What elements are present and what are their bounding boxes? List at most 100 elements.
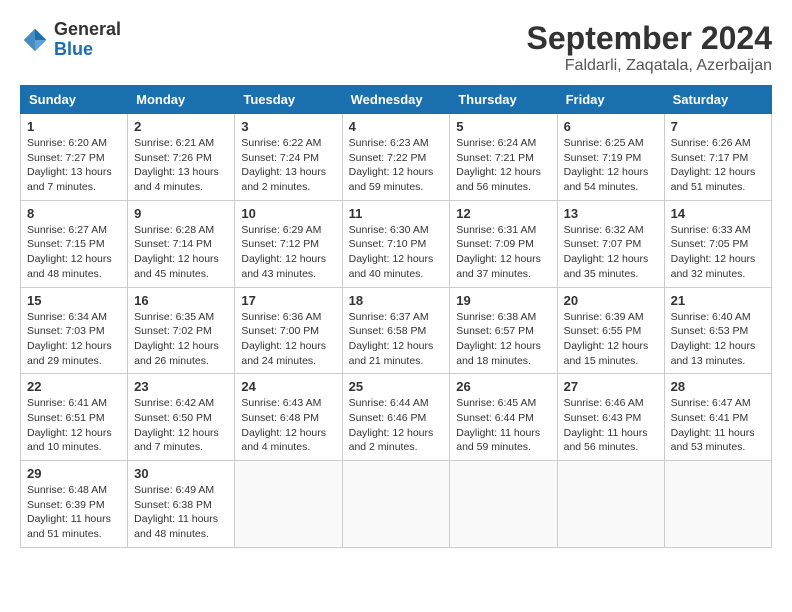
day-info: Sunrise: 6:42 AM Sunset: 6:50 PM Dayligh… [134,396,228,455]
day-number: 5 [456,119,550,134]
table-cell [450,461,557,548]
col-thursday: Thursday [450,86,557,114]
table-cell: 8 Sunrise: 6:27 AM Sunset: 7:15 PM Dayli… [21,200,128,287]
month-year: September 2024 [527,20,772,57]
day-number: 13 [564,206,658,221]
day-info: Sunrise: 6:38 AM Sunset: 6:57 PM Dayligh… [456,310,550,369]
logo-general: General [54,20,121,40]
day-info: Sunrise: 6:29 AM Sunset: 7:12 PM Dayligh… [241,223,335,282]
table-cell [235,461,342,548]
day-info: Sunrise: 6:45 AM Sunset: 6:44 PM Dayligh… [456,396,550,455]
logo-icon [20,25,50,55]
day-number: 6 [564,119,658,134]
col-tuesday: Tuesday [235,86,342,114]
day-info: Sunrise: 6:46 AM Sunset: 6:43 PM Dayligh… [564,396,658,455]
calendar-header-row: Sunday Monday Tuesday Wednesday Thursday… [21,86,772,114]
table-cell [664,461,771,548]
table-cell: 22 Sunrise: 6:41 AM Sunset: 6:51 PM Dayl… [21,374,128,461]
table-cell: 2 Sunrise: 6:21 AM Sunset: 7:26 PM Dayli… [128,114,235,201]
day-info: Sunrise: 6:28 AM Sunset: 7:14 PM Dayligh… [134,223,228,282]
day-info: Sunrise: 6:30 AM Sunset: 7:10 PM Dayligh… [349,223,444,282]
day-info: Sunrise: 6:47 AM Sunset: 6:41 PM Dayligh… [671,396,765,455]
day-number: 3 [241,119,335,134]
table-cell: 14 Sunrise: 6:33 AM Sunset: 7:05 PM Dayl… [664,200,771,287]
week-row-4: 22 Sunrise: 6:41 AM Sunset: 6:51 PM Dayl… [21,374,772,461]
table-cell: 25 Sunrise: 6:44 AM Sunset: 6:46 PM Dayl… [342,374,450,461]
table-cell: 20 Sunrise: 6:39 AM Sunset: 6:55 PM Dayl… [557,287,664,374]
table-cell: 15 Sunrise: 6:34 AM Sunset: 7:03 PM Dayl… [21,287,128,374]
table-cell: 16 Sunrise: 6:35 AM Sunset: 7:02 PM Dayl… [128,287,235,374]
day-number: 8 [27,206,121,221]
day-info: Sunrise: 6:22 AM Sunset: 7:24 PM Dayligh… [241,136,335,195]
table-cell: 28 Sunrise: 6:47 AM Sunset: 6:41 PM Dayl… [664,374,771,461]
day-info: Sunrise: 6:31 AM Sunset: 7:09 PM Dayligh… [456,223,550,282]
day-number: 1 [27,119,121,134]
table-cell [557,461,664,548]
day-number: 12 [456,206,550,221]
col-saturday: Saturday [664,86,771,114]
location: Faldarli, Zaqatala, Azerbaijan [527,57,772,75]
day-info: Sunrise: 6:20 AM Sunset: 7:27 PM Dayligh… [27,136,121,195]
day-info: Sunrise: 6:25 AM Sunset: 7:19 PM Dayligh… [564,136,658,195]
title-block: September 2024 Faldarli, Zaqatala, Azerb… [527,20,772,75]
day-number: 15 [27,293,121,308]
day-number: 22 [27,379,121,394]
day-number: 9 [134,206,228,221]
logo-text: General Blue [54,20,121,60]
day-number: 14 [671,206,765,221]
day-info: Sunrise: 6:21 AM Sunset: 7:26 PM Dayligh… [134,136,228,195]
day-info: Sunrise: 6:44 AM Sunset: 6:46 PM Dayligh… [349,396,444,455]
day-info: Sunrise: 6:39 AM Sunset: 6:55 PM Dayligh… [564,310,658,369]
day-number: 16 [134,293,228,308]
page-header: General Blue September 2024 Faldarli, Za… [20,20,772,75]
day-number: 2 [134,119,228,134]
day-number: 27 [564,379,658,394]
table-cell: 29 Sunrise: 6:48 AM Sunset: 6:39 PM Dayl… [21,461,128,548]
day-number: 10 [241,206,335,221]
table-cell: 3 Sunrise: 6:22 AM Sunset: 7:24 PM Dayli… [235,114,342,201]
logo-blue: Blue [54,40,121,60]
day-info: Sunrise: 6:27 AM Sunset: 7:15 PM Dayligh… [27,223,121,282]
day-info: Sunrise: 6:48 AM Sunset: 6:39 PM Dayligh… [27,483,121,542]
week-row-3: 15 Sunrise: 6:34 AM Sunset: 7:03 PM Dayl… [21,287,772,374]
day-number: 25 [349,379,444,394]
day-info: Sunrise: 6:43 AM Sunset: 6:48 PM Dayligh… [241,396,335,455]
day-number: 20 [564,293,658,308]
day-number: 28 [671,379,765,394]
day-info: Sunrise: 6:23 AM Sunset: 7:22 PM Dayligh… [349,136,444,195]
table-cell: 5 Sunrise: 6:24 AM Sunset: 7:21 PM Dayli… [450,114,557,201]
table-cell: 26 Sunrise: 6:45 AM Sunset: 6:44 PM Dayl… [450,374,557,461]
day-number: 7 [671,119,765,134]
col-friday: Friday [557,86,664,114]
col-wednesday: Wednesday [342,86,450,114]
col-monday: Monday [128,86,235,114]
day-info: Sunrise: 6:33 AM Sunset: 7:05 PM Dayligh… [671,223,765,282]
table-cell [342,461,450,548]
day-info: Sunrise: 6:37 AM Sunset: 6:58 PM Dayligh… [349,310,444,369]
table-cell: 18 Sunrise: 6:37 AM Sunset: 6:58 PM Dayl… [342,287,450,374]
table-cell: 30 Sunrise: 6:49 AM Sunset: 6:38 PM Dayl… [128,461,235,548]
table-cell: 6 Sunrise: 6:25 AM Sunset: 7:19 PM Dayli… [557,114,664,201]
day-number: 23 [134,379,228,394]
day-info: Sunrise: 6:35 AM Sunset: 7:02 PM Dayligh… [134,310,228,369]
table-cell: 27 Sunrise: 6:46 AM Sunset: 6:43 PM Dayl… [557,374,664,461]
table-cell: 7 Sunrise: 6:26 AM Sunset: 7:17 PM Dayli… [664,114,771,201]
table-cell: 12 Sunrise: 6:31 AM Sunset: 7:09 PM Dayl… [450,200,557,287]
day-number: 21 [671,293,765,308]
calendar-table: Sunday Monday Tuesday Wednesday Thursday… [20,85,772,548]
day-number: 4 [349,119,444,134]
week-row-2: 8 Sunrise: 6:27 AM Sunset: 7:15 PM Dayli… [21,200,772,287]
day-info: Sunrise: 6:24 AM Sunset: 7:21 PM Dayligh… [456,136,550,195]
table-cell: 1 Sunrise: 6:20 AM Sunset: 7:27 PM Dayli… [21,114,128,201]
logo: General Blue [20,20,121,60]
table-cell: 13 Sunrise: 6:32 AM Sunset: 7:07 PM Dayl… [557,200,664,287]
table-cell: 23 Sunrise: 6:42 AM Sunset: 6:50 PM Dayl… [128,374,235,461]
table-cell: 9 Sunrise: 6:28 AM Sunset: 7:14 PM Dayli… [128,200,235,287]
table-cell: 17 Sunrise: 6:36 AM Sunset: 7:00 PM Dayl… [235,287,342,374]
table-cell: 4 Sunrise: 6:23 AM Sunset: 7:22 PM Dayli… [342,114,450,201]
day-info: Sunrise: 6:26 AM Sunset: 7:17 PM Dayligh… [671,136,765,195]
day-info: Sunrise: 6:49 AM Sunset: 6:38 PM Dayligh… [134,483,228,542]
table-cell: 24 Sunrise: 6:43 AM Sunset: 6:48 PM Dayl… [235,374,342,461]
day-number: 24 [241,379,335,394]
day-info: Sunrise: 6:41 AM Sunset: 6:51 PM Dayligh… [27,396,121,455]
